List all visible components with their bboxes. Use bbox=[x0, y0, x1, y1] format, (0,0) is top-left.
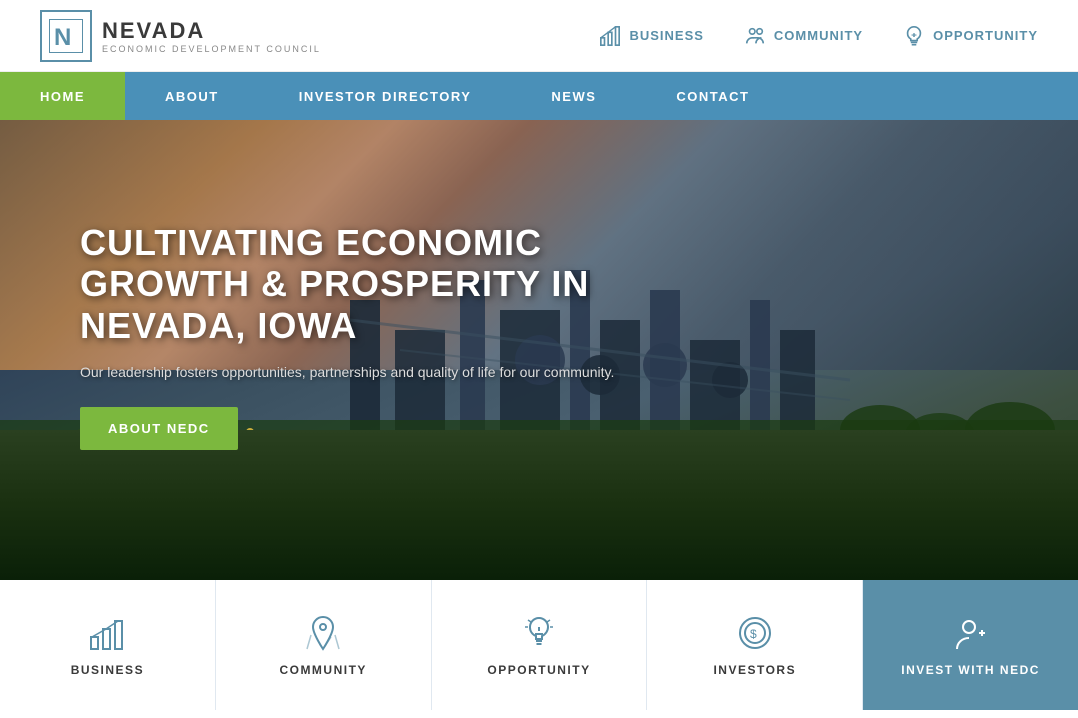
nav-contact[interactable]: CONTACT bbox=[636, 72, 789, 120]
nav-investor-directory[interactable]: INVESTOR DIRECTORY bbox=[259, 72, 512, 120]
about-nedc-button[interactable]: ABOUT NEDC bbox=[80, 407, 238, 450]
hero-ground bbox=[0, 430, 1078, 580]
logo[interactable]: N NEVADA ECONOMIC DEVELOPMENT COUNCIL bbox=[40, 10, 321, 62]
card-person-icon bbox=[951, 613, 991, 653]
logo-title: NEVADA bbox=[102, 18, 321, 44]
top-nav-opportunity[interactable]: OPPORTUNITY bbox=[903, 25, 1038, 47]
hero-section: CULTIVATING ECONOMIC GROWTH & PROSPERITY… bbox=[0, 120, 1078, 580]
logo-text: NEVADA ECONOMIC DEVELOPMENT COUNCIL bbox=[102, 18, 321, 54]
nav-about[interactable]: ABOUT bbox=[125, 72, 259, 120]
community-icon bbox=[744, 25, 766, 47]
card-chart-icon bbox=[87, 613, 127, 653]
card-opportunity-label: OPPORTUNITY bbox=[487, 663, 590, 677]
card-community-label: COMMUNITY bbox=[279, 663, 367, 677]
card-map-icon bbox=[303, 613, 343, 653]
top-bar: N NEVADA ECONOMIC DEVELOPMENT COUNCIL BU… bbox=[0, 0, 1078, 72]
card-investors-label: INVESTORS bbox=[713, 663, 796, 677]
hero-title: CULTIVATING ECONOMIC GROWTH & PROSPERITY… bbox=[80, 222, 630, 346]
top-nav-business[interactable]: BUSINESS bbox=[599, 25, 703, 47]
card-community[interactable]: COMMUNITY bbox=[216, 580, 432, 710]
hero-content: CULTIVATING ECONOMIC GROWTH & PROSPERITY… bbox=[80, 222, 630, 450]
card-invest-with-nedc[interactable]: INVEST WITH NEDC bbox=[863, 580, 1078, 710]
card-business-label: BUSINESS bbox=[71, 663, 144, 677]
nav-news[interactable]: NEWS bbox=[511, 72, 636, 120]
card-investors[interactable]: $ INVESTORS bbox=[647, 580, 863, 710]
cards-row: BUSINESS COMMUNITY OPPORTUNITY bbox=[0, 580, 1078, 710]
logo-subtitle: ECONOMIC DEVELOPMENT COUNCIL bbox=[102, 44, 321, 54]
lightbulb-icon bbox=[903, 25, 925, 47]
top-navigation: BUSINESS COMMUNITY OPPORTUNITY bbox=[599, 25, 1038, 47]
card-business[interactable]: BUSINESS bbox=[0, 580, 216, 710]
logo-box: N bbox=[40, 10, 92, 62]
chart-icon bbox=[599, 25, 621, 47]
top-nav-business-label: BUSINESS bbox=[629, 28, 703, 43]
card-bulb-icon bbox=[519, 613, 559, 653]
top-nav-community-label: COMMUNITY bbox=[774, 28, 863, 43]
card-opportunity[interactable]: OPPORTUNITY bbox=[432, 580, 648, 710]
svg-text:N: N bbox=[54, 24, 71, 51]
top-nav-community[interactable]: COMMUNITY bbox=[744, 25, 863, 47]
card-invest-label: INVEST WITH NEDC bbox=[901, 663, 1040, 677]
svg-text:$: $ bbox=[750, 627, 757, 641]
card-dollar-icon: $ bbox=[735, 613, 775, 653]
logo-n-icon: N bbox=[49, 19, 83, 53]
main-navigation: HOME ABOUT INVESTOR DIRECTORY NEWS CONTA… bbox=[0, 72, 1078, 120]
top-nav-opportunity-label: OPPORTUNITY bbox=[933, 28, 1038, 43]
hero-subtitle: Our leadership fosters opportunities, pa… bbox=[80, 362, 630, 383]
nav-home[interactable]: HOME bbox=[0, 72, 125, 120]
